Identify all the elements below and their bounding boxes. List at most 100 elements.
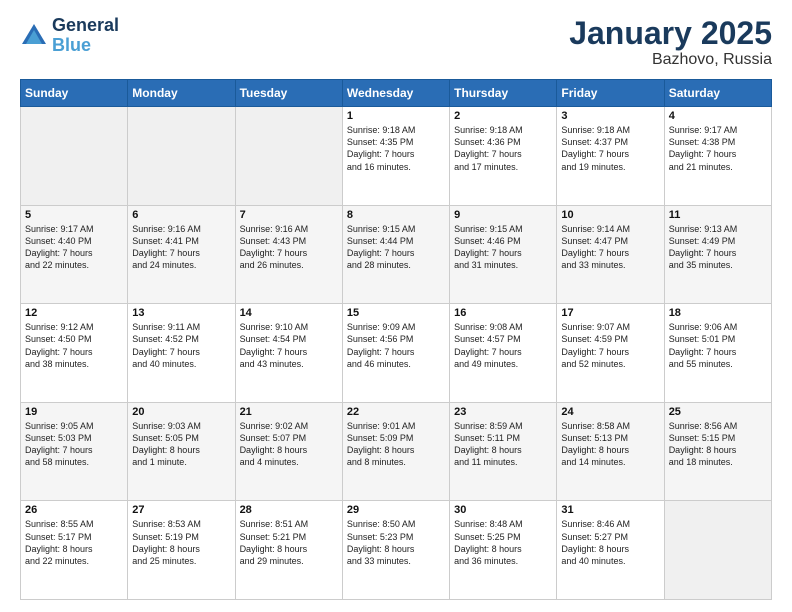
logo: General Blue: [20, 16, 119, 56]
day-cell: [664, 501, 771, 600]
location: Bazhovo, Russia: [569, 51, 772, 69]
day-info: Sunset: 5:11 PM: [454, 432, 552, 444]
day-number: 7: [240, 209, 338, 221]
day-info: and 36 minutes.: [454, 555, 552, 567]
day-cell: 27Sunrise: 8:53 AMSunset: 5:19 PMDayligh…: [128, 501, 235, 600]
day-cell: 2Sunrise: 9:18 AMSunset: 4:36 PMDaylight…: [450, 107, 557, 206]
day-info: and 58 minutes.: [25, 456, 123, 468]
day-cell: 8Sunrise: 9:15 AMSunset: 4:44 PMDaylight…: [342, 205, 449, 304]
day-info: Sunrise: 9:15 AM: [347, 223, 445, 235]
day-cell: 10Sunrise: 9:14 AMSunset: 4:47 PMDayligh…: [557, 205, 664, 304]
day-info: Sunrise: 9:12 AM: [25, 321, 123, 333]
day-number: 23: [454, 406, 552, 418]
weekday-header-row: SundayMondayTuesdayWednesdayThursdayFrid…: [21, 80, 772, 107]
day-info: and 26 minutes.: [240, 259, 338, 271]
day-info: Daylight: 7 hours: [347, 247, 445, 259]
day-cell: [21, 107, 128, 206]
day-info: Sunrise: 8:53 AM: [132, 518, 230, 530]
day-info: Sunrise: 8:56 AM: [669, 420, 767, 432]
day-info: and 4 minutes.: [240, 456, 338, 468]
day-info: Daylight: 7 hours: [454, 247, 552, 259]
day-info: Daylight: 7 hours: [454, 148, 552, 160]
week-row-2: 5Sunrise: 9:17 AMSunset: 4:40 PMDaylight…: [21, 205, 772, 304]
day-cell: 7Sunrise: 9:16 AMSunset: 4:43 PMDaylight…: [235, 205, 342, 304]
day-cell: 6Sunrise: 9:16 AMSunset: 4:41 PMDaylight…: [128, 205, 235, 304]
day-info: Sunset: 4:44 PM: [347, 235, 445, 247]
day-info: Daylight: 7 hours: [25, 444, 123, 456]
day-info: Sunrise: 9:05 AM: [25, 420, 123, 432]
day-info: Sunrise: 8:48 AM: [454, 518, 552, 530]
day-info: Daylight: 7 hours: [669, 346, 767, 358]
day-number: 6: [132, 209, 230, 221]
header: General Blue January 2025 Bazhovo, Russi…: [20, 16, 772, 69]
day-info: and 31 minutes.: [454, 259, 552, 271]
day-cell: 16Sunrise: 9:08 AMSunset: 4:57 PMDayligh…: [450, 304, 557, 403]
day-cell: 31Sunrise: 8:46 AMSunset: 5:27 PMDayligh…: [557, 501, 664, 600]
day-info: Sunrise: 9:03 AM: [132, 420, 230, 432]
day-info: Sunset: 5:03 PM: [25, 432, 123, 444]
day-info: Sunrise: 8:58 AM: [561, 420, 659, 432]
page: General Blue January 2025 Bazhovo, Russi…: [0, 0, 792, 612]
day-info: Sunset: 4:46 PM: [454, 235, 552, 247]
day-info: and 33 minutes.: [561, 259, 659, 271]
day-info: Daylight: 8 hours: [240, 543, 338, 555]
day-info: Daylight: 7 hours: [669, 148, 767, 160]
day-info: Sunset: 5:27 PM: [561, 531, 659, 543]
day-info: Sunset: 4:54 PM: [240, 333, 338, 345]
day-cell: 26Sunrise: 8:55 AMSunset: 5:17 PMDayligh…: [21, 501, 128, 600]
day-info: Daylight: 8 hours: [132, 543, 230, 555]
day-info: Sunrise: 9:11 AM: [132, 321, 230, 333]
day-info: Sunrise: 8:46 AM: [561, 518, 659, 530]
day-info: Sunset: 4:57 PM: [454, 333, 552, 345]
day-info: Sunset: 5:05 PM: [132, 432, 230, 444]
day-info: Sunrise: 9:17 AM: [669, 124, 767, 136]
day-info: Daylight: 8 hours: [240, 444, 338, 456]
day-cell: 1Sunrise: 9:18 AMSunset: 4:35 PMDaylight…: [342, 107, 449, 206]
day-info: Daylight: 8 hours: [347, 444, 445, 456]
day-info: Sunrise: 9:18 AM: [347, 124, 445, 136]
day-cell: [235, 107, 342, 206]
day-number: 26: [25, 504, 123, 516]
day-cell: 11Sunrise: 9:13 AMSunset: 4:49 PMDayligh…: [664, 205, 771, 304]
day-info: Sunset: 5:25 PM: [454, 531, 552, 543]
logo-text: General Blue: [52, 16, 119, 56]
day-cell: 17Sunrise: 9:07 AMSunset: 4:59 PMDayligh…: [557, 304, 664, 403]
day-info: Daylight: 7 hours: [347, 346, 445, 358]
day-info: Sunset: 5:07 PM: [240, 432, 338, 444]
day-info: Daylight: 7 hours: [669, 247, 767, 259]
day-info: Sunset: 4:49 PM: [669, 235, 767, 247]
day-info: and 22 minutes.: [25, 259, 123, 271]
day-info: Sunset: 4:50 PM: [25, 333, 123, 345]
day-info: Daylight: 8 hours: [454, 444, 552, 456]
day-number: 20: [132, 406, 230, 418]
day-info: Sunset: 4:38 PM: [669, 136, 767, 148]
day-info: Daylight: 7 hours: [240, 247, 338, 259]
calendar-table: SundayMondayTuesdayWednesdayThursdayFrid…: [20, 79, 772, 600]
day-info: and 38 minutes.: [25, 358, 123, 370]
day-info: Daylight: 7 hours: [561, 346, 659, 358]
day-info: Sunrise: 9:01 AM: [347, 420, 445, 432]
week-row-5: 26Sunrise: 8:55 AMSunset: 5:17 PMDayligh…: [21, 501, 772, 600]
day-cell: 23Sunrise: 8:59 AMSunset: 5:11 PMDayligh…: [450, 402, 557, 501]
day-info: and 8 minutes.: [347, 456, 445, 468]
day-number: 22: [347, 406, 445, 418]
day-info: Daylight: 7 hours: [25, 346, 123, 358]
day-cell: 4Sunrise: 9:17 AMSunset: 4:38 PMDaylight…: [664, 107, 771, 206]
day-info: Sunrise: 8:50 AM: [347, 518, 445, 530]
day-info: Sunset: 4:47 PM: [561, 235, 659, 247]
month-title: January 2025: [569, 16, 772, 51]
day-cell: 22Sunrise: 9:01 AMSunset: 5:09 PMDayligh…: [342, 402, 449, 501]
day-info: and 52 minutes.: [561, 358, 659, 370]
day-number: 14: [240, 307, 338, 319]
day-number: 16: [454, 307, 552, 319]
day-cell: 13Sunrise: 9:11 AMSunset: 4:52 PMDayligh…: [128, 304, 235, 403]
day-number: 29: [347, 504, 445, 516]
weekday-thursday: Thursday: [450, 80, 557, 107]
day-number: 19: [25, 406, 123, 418]
day-info: Sunset: 5:17 PM: [25, 531, 123, 543]
day-info: and 25 minutes.: [132, 555, 230, 567]
day-info: Daylight: 8 hours: [669, 444, 767, 456]
day-cell: 5Sunrise: 9:17 AMSunset: 4:40 PMDaylight…: [21, 205, 128, 304]
day-info: Sunset: 4:41 PM: [132, 235, 230, 247]
day-info: Sunset: 4:43 PM: [240, 235, 338, 247]
